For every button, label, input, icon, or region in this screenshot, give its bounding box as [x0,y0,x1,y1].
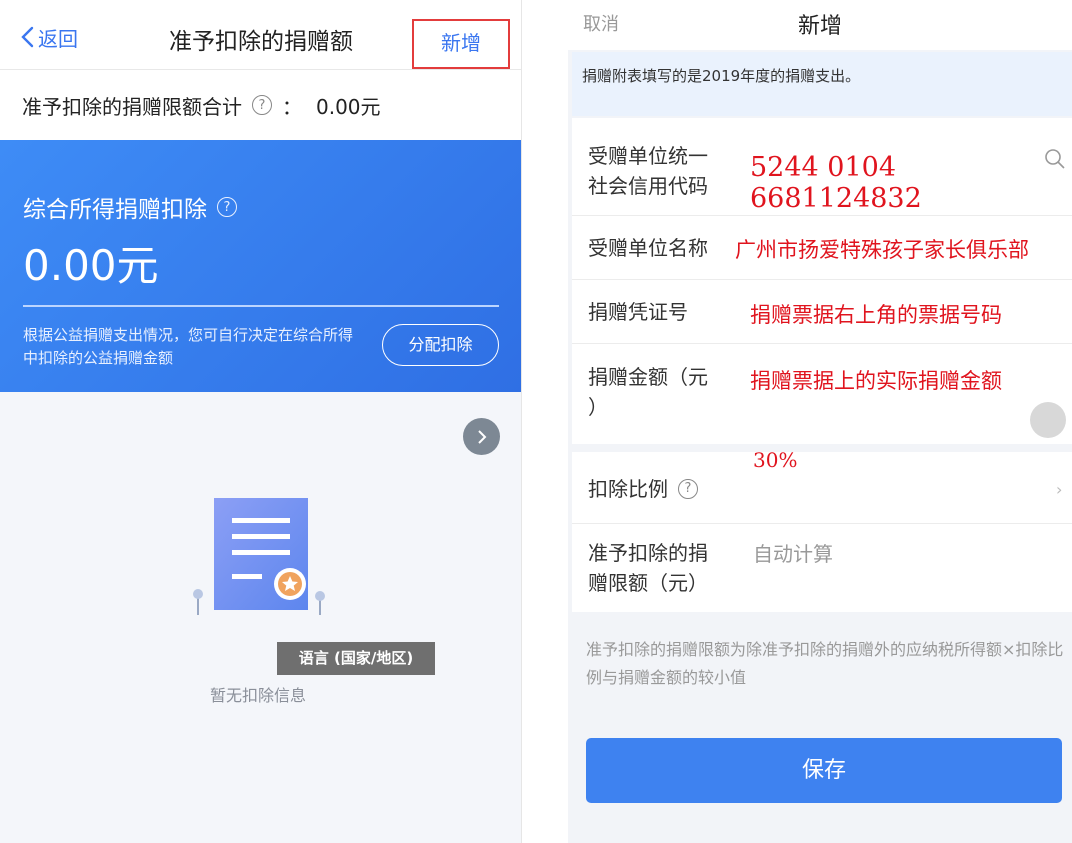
ratio-label-text: 扣除比例 [588,477,668,501]
amount-value[interactable]: 捐赠票据上的实际捐赠金额 [750,365,1002,395]
donation-form: 受赠单位统一 社会信用代码 5244 0104 6681124832 受赠单位名… [572,118,1072,612]
right-nav-bar: 取消 新增 [568,0,1072,50]
limit-amount-label-line-1: 准予扣除的捐 [588,541,708,565]
section-gap [572,444,1072,452]
card-title-text: 综合所得捐赠扣除 [23,197,207,223]
credit-code-label-line-1: 受赠单位统一 [588,144,708,168]
org-name-label: 受赠单位名称 [588,236,708,260]
amount-label-line-1: 捐赠金额（元 [588,365,708,389]
add-new-button[interactable]: 新增 [412,19,510,69]
ratio-row[interactable]: 扣除比例 ? [572,452,1072,524]
save-button[interactable]: 保存 [586,738,1062,803]
deduction-limit-total: 准予扣除的捐赠限额合计 ? ： 0.00元 [0,70,521,140]
form-title: 新增 [797,14,842,39]
credit-code-label-line-2: 社会信用代码 [588,174,708,198]
left-nav-bar: 返回 准予扣除的捐赠额 新增 [0,0,521,70]
org-name-value[interactable]: 广州市扬爱特殊孩子家长俱乐部 [735,234,1029,264]
limit-label: 准予扣除的捐赠限额合计 [22,94,242,119]
help-icon[interactable]: ? [217,197,237,217]
allocate-deduction-button[interactable]: 分配扣除 [382,324,499,366]
card-description: 根据公益捐赠支出情况，您可自行决定在综合所得中扣除的公益捐赠金额 [23,326,354,367]
voucher-value[interactable]: 捐赠票据右上角的票据号码 [750,299,1002,329]
limit-amount-label-line-2: 赠限额（元） [588,571,708,595]
credit-code-row[interactable]: 受赠单位统一 社会信用代码 5244 0104 6681124832 [572,118,1072,216]
comprehensive-income-card: 综合所得捐赠扣除 ? 0.00元 根据公益捐赠支出情况，您可自行决定在综合所得中… [0,140,521,392]
help-icon[interactable]: ? [252,95,272,115]
credit-code-value[interactable]: 5244 0104 6681124832 [750,152,1072,214]
divider [23,305,499,307]
empty-document-illustration [193,498,325,615]
chevron-right-icon[interactable]: › [1056,480,1062,499]
auto-calc-value: 自动计算 [753,542,833,566]
screenshot-composite: 返回 准予扣除的捐赠额 新增 准予扣除的捐赠限额合计 ? ： 0.00元 综合所… [0,0,1072,843]
search-icon[interactable] [1044,148,1066,170]
limit-value: 0.00元 [316,94,381,119]
ratio-label: 扣除比例 ? [588,474,708,504]
help-icon[interactable]: ? [678,479,698,499]
card-amount: 0.00元 [23,241,159,290]
amount-label: 捐赠金额（元 ） [588,362,708,422]
limit-explanation: 准予扣除的捐赠限额为除准予扣除的捐赠外的应纳税所得额×扣除比例与捐赠金额的较小值 [586,640,1064,687]
empty-state-text: 暂无扣除信息 [210,686,307,705]
amount-label-line-2: ） [588,395,608,419]
credit-code-label: 受赠单位统一 社会信用代码 [588,141,708,201]
floating-assist-button[interactable] [1030,402,1066,438]
voucher-row[interactable]: 捐赠凭证号 捐赠票据右上角的票据号码 [572,280,1072,344]
voucher-label: 捐赠凭证号 [588,300,688,324]
limit-amount-label: 准予扣除的捐 赠限额（元） [588,538,708,598]
amount-row[interactable]: 捐赠金额（元 ） 捐赠票据上的实际捐赠金额 [572,344,1072,444]
limit-separator: ： [282,94,302,119]
org-name-row[interactable]: 受赠单位名称 广州市扬爱特殊孩子家长俱乐部 [572,216,1072,280]
chevron-right-icon[interactable] [463,418,500,455]
card-title: 综合所得捐赠扣除 ? [23,190,247,224]
right-screen-add-donation: 取消 新增 捐赠附表填写的是2019年度的捐赠支出。 受赠单位统一 社会信用代码… [568,0,1072,843]
info-notice: 捐赠附表填写的是2019年度的捐赠支出。 [572,52,1072,116]
left-screen-deduction-list: 返回 准予扣除的捐赠额 新增 准予扣除的捐赠限额合计 ? ： 0.00元 综合所… [0,0,522,843]
language-tooltip: 语言 (国家/地区) [277,642,435,675]
